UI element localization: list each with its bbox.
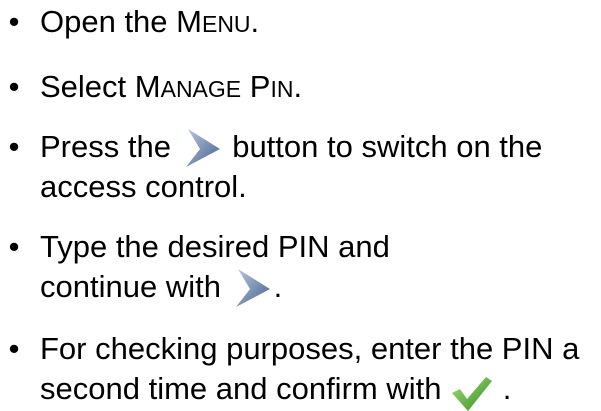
text-segment: second time and confirm with [40, 371, 442, 406]
bullet: • [8, 229, 20, 264]
menu-label-rest: ENU [201, 11, 251, 37]
pin-label-initial: P [249, 69, 271, 104]
instruction-text: Select MANAGE PIN. [40, 67, 302, 109]
instruction-line-2: access control. [40, 169, 247, 204]
checkmark-icon [450, 375, 494, 411]
text-segment: Press the [40, 129, 171, 165]
text-segment: continue with [40, 269, 221, 305]
bullet: • [8, 331, 20, 366]
chevron-right-icon [180, 125, 224, 169]
text-space [241, 69, 250, 104]
menu-label-initial: M [176, 4, 202, 39]
bullet: • [8, 4, 20, 39]
bullet: • [8, 69, 20, 104]
text-segment: button to switch on the [232, 129, 543, 165]
instruction-line-1: For checking purposes, enter the PIN a [40, 331, 580, 366]
bullet: • [8, 129, 20, 164]
manage-label-initial: M [134, 69, 161, 104]
text-segment: Select [40, 69, 135, 104]
instruction-line-1: Press the button to switch on the [40, 127, 542, 171]
manage-label-rest: ANAGE [160, 76, 242, 102]
text-segment: . [273, 269, 283, 305]
instruction-line-2: continue with . [40, 267, 282, 311]
instruction-line-2: second time and confirm with . [40, 369, 512, 411]
text-segment: . [293, 69, 303, 104]
text-segment: . [502, 371, 512, 406]
instruction-page: • Open the MENU. • Select MANAGE PIN. • … [0, 0, 601, 411]
text-segment: Open the [40, 4, 177, 39]
instruction-text: Open the MENU. [40, 2, 259, 44]
pin-label-rest: IN [270, 76, 294, 102]
instruction-line-1: Type the desired PIN and [40, 229, 390, 264]
text-segment: . [250, 4, 260, 39]
chevron-right-icon [230, 265, 274, 309]
